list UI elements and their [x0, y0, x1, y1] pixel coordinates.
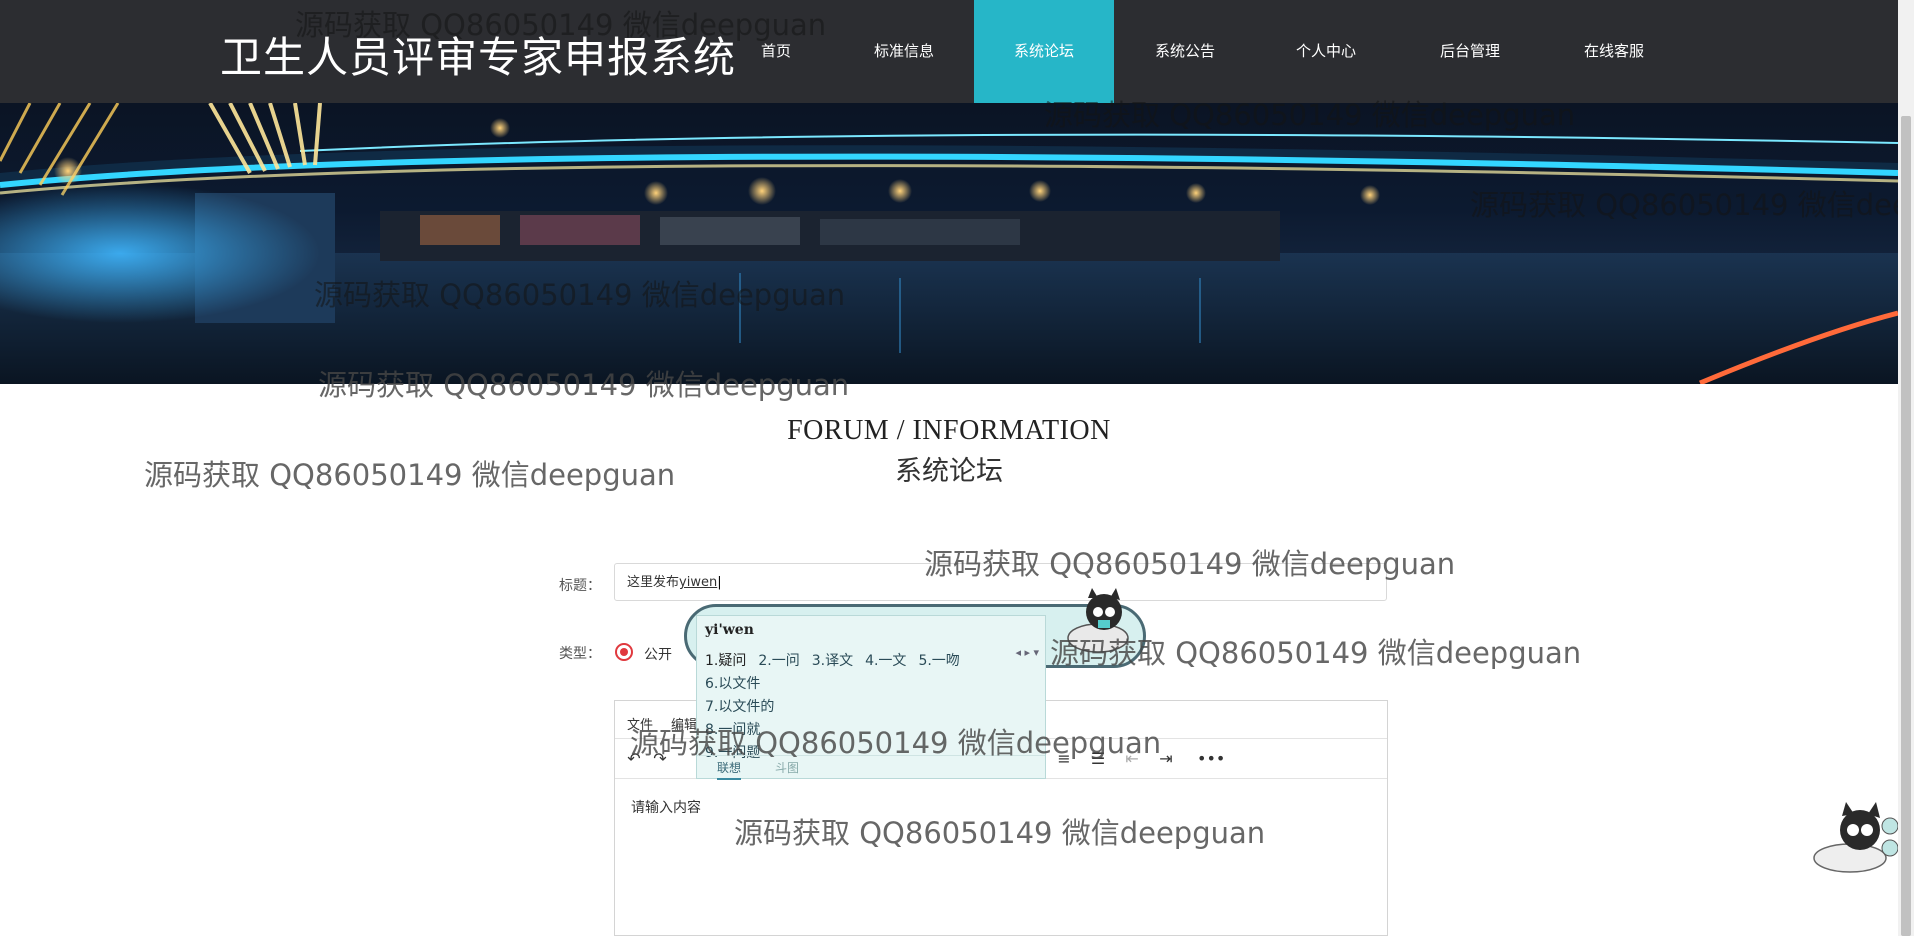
ime-pinyin: yi'wen	[705, 622, 754, 638]
site-title: 卫生人员评审专家申报系统	[220, 33, 737, 82]
ime-candidates-row: 1.疑问 2.一问 3.译文 4.一文 5.一吻	[705, 650, 972, 670]
ime-page-arrows-icon[interactable]: ◂ ▸ ▾	[1015, 646, 1039, 659]
ime-tab-association[interactable]: 联想	[717, 759, 742, 780]
title-label: 标题：	[559, 578, 601, 594]
title-input-text: 这里发布	[627, 575, 680, 590]
ime-candidate[interactable]: 4.一文	[865, 653, 906, 669]
menu-file[interactable]: 文件	[627, 714, 653, 733]
floating-mascot-icon[interactable]	[1806, 800, 1898, 876]
editor-content-placeholder: 请输入内容	[631, 800, 701, 816]
align-justify-icon[interactable]: ☰	[1087, 749, 1109, 769]
section-title-chinese: 系统论坛	[895, 456, 1003, 487]
hero-banner-image	[0, 103, 1898, 384]
ime-candidate-window[interactable]: yi'wen 1.疑问 2.一问 3.译文 4.一文 5.一吻 ◂ ▸ ▾ 6.以文件 …	[696, 615, 1046, 780]
navbar: 卫生人员评审专家申报系统 首页 标准信息 系统论坛 系统公告 个人中心 后台管理…	[0, 0, 1898, 103]
redo-icon[interactable]: ↷	[649, 749, 671, 769]
menu-edit[interactable]: 编辑	[671, 714, 697, 733]
undo-icon[interactable]: ↶	[623, 749, 645, 769]
nav-personal-center[interactable]: 个人中心	[1276, 0, 1376, 103]
title-input[interactable]: 这里发布yiwen|	[614, 563, 1387, 601]
type-public-radio[interactable]	[615, 643, 633, 661]
nav-announcements[interactable]: 系统公告	[1134, 0, 1236, 103]
outdent-icon[interactable]: ⇤	[1121, 749, 1143, 769]
ime-candidate[interactable]: 5.一吻	[918, 653, 959, 669]
ime-mascot-icon	[1067, 588, 1129, 653]
ime-candidate[interactable]: 8.一问就	[705, 719, 760, 739]
indent-icon[interactable]: ⇥	[1155, 749, 1177, 769]
nav-admin[interactable]: 后台管理	[1420, 0, 1520, 103]
ime-tab-stickers[interactable]: 斗图	[775, 759, 799, 776]
more-icon[interactable]: •••	[1197, 749, 1225, 769]
ime-candidate[interactable]: 1.疑问	[705, 653, 746, 669]
align-right-icon[interactable]: ≡	[1053, 749, 1075, 769]
nav-online-service[interactable]: 在线客服	[1562, 0, 1666, 103]
scrollbar-thumb[interactable]	[1901, 116, 1911, 936]
nav-standard-info[interactable]: 标准信息	[856, 0, 952, 103]
ime-candidate[interactable]: 7.以文件的	[705, 696, 774, 716]
nav-forum[interactable]: 系统论坛	[974, 0, 1114, 103]
ime-candidate[interactable]: 2.一问	[758, 653, 799, 669]
ime-candidate[interactable]: 3.译文	[812, 653, 853, 669]
title-input-composing-text: yiwen	[679, 575, 718, 590]
bridge-night-illustration	[0, 103, 1898, 384]
ime-tabs: 联想 斗图	[697, 755, 1045, 780]
section-title-english: FORUM / INFORMATION	[787, 415, 1111, 446]
type-public-label[interactable]: 公开	[644, 644, 672, 664]
ime-candidate[interactable]: 6.以文件	[705, 673, 760, 693]
type-label: 类型：	[559, 646, 601, 662]
page-scrollbar[interactable]	[1898, 0, 1914, 936]
nav-home[interactable]: 首页	[730, 0, 822, 103]
